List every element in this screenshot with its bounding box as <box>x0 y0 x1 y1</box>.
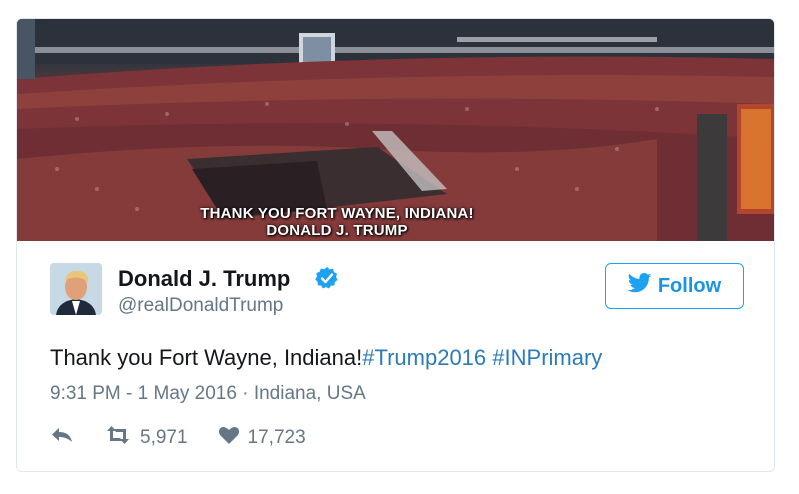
profile-photo <box>50 263 102 315</box>
reply-button[interactable] <box>50 425 74 451</box>
tweet-location[interactable]: Indiana, USA <box>254 383 366 404</box>
tweet-meta: 9:31 PM - 1 May 2016 · Indiana, USA <box>50 383 366 405</box>
retweet-count: 5,971 <box>140 427 188 448</box>
user-handle[interactable]: @realDonaldTrump <box>118 295 283 317</box>
photo-caption-line1: THANK YOU FORT WAYNE, INDIANA! <box>200 205 474 222</box>
heart-icon <box>218 425 240 451</box>
avatar[interactable] <box>50 263 102 315</box>
tweet-photo[interactable]: THANK YOU FORT WAYNE, INDIANA! DONALD J.… <box>17 19 774 241</box>
follow-label: Follow <box>657 274 722 297</box>
follow-button[interactable]: Follow <box>605 263 744 309</box>
photo-caption-line2: DONALD J. TRUMP <box>266 222 408 239</box>
verified-badge-icon <box>315 266 339 290</box>
retweet-icon <box>104 425 132 451</box>
twitter-bird-icon <box>627 273 652 299</box>
tweet-text: Thank you Fort Wayne, Indiana!#Trump2016… <box>50 345 602 371</box>
tweet-timestamp[interactable]: 9:31 PM - 1 May 2016 <box>50 383 237 404</box>
meta-separator: · <box>242 383 249 404</box>
like-button[interactable]: 17,723 <box>218 425 306 451</box>
tweet-actions: 5,971 17,723 <box>50 425 306 451</box>
like-count: 17,723 <box>247 427 306 448</box>
tweet-body: Thank you Fort Wayne, Indiana! <box>50 345 363 370</box>
tweet-card: THANK YOU FORT WAYNE, INDIANA! DONALD J.… <box>16 18 775 472</box>
hashtag-inprimary[interactable]: #INPrimary <box>492 345 602 370</box>
user-name[interactable]: Donald J. Trump <box>118 266 290 292</box>
reply-icon <box>50 425 74 451</box>
retweet-button[interactable]: 5,971 <box>104 425 188 451</box>
hashtag-trump2016[interactable]: #Trump2016 <box>362 345 486 370</box>
